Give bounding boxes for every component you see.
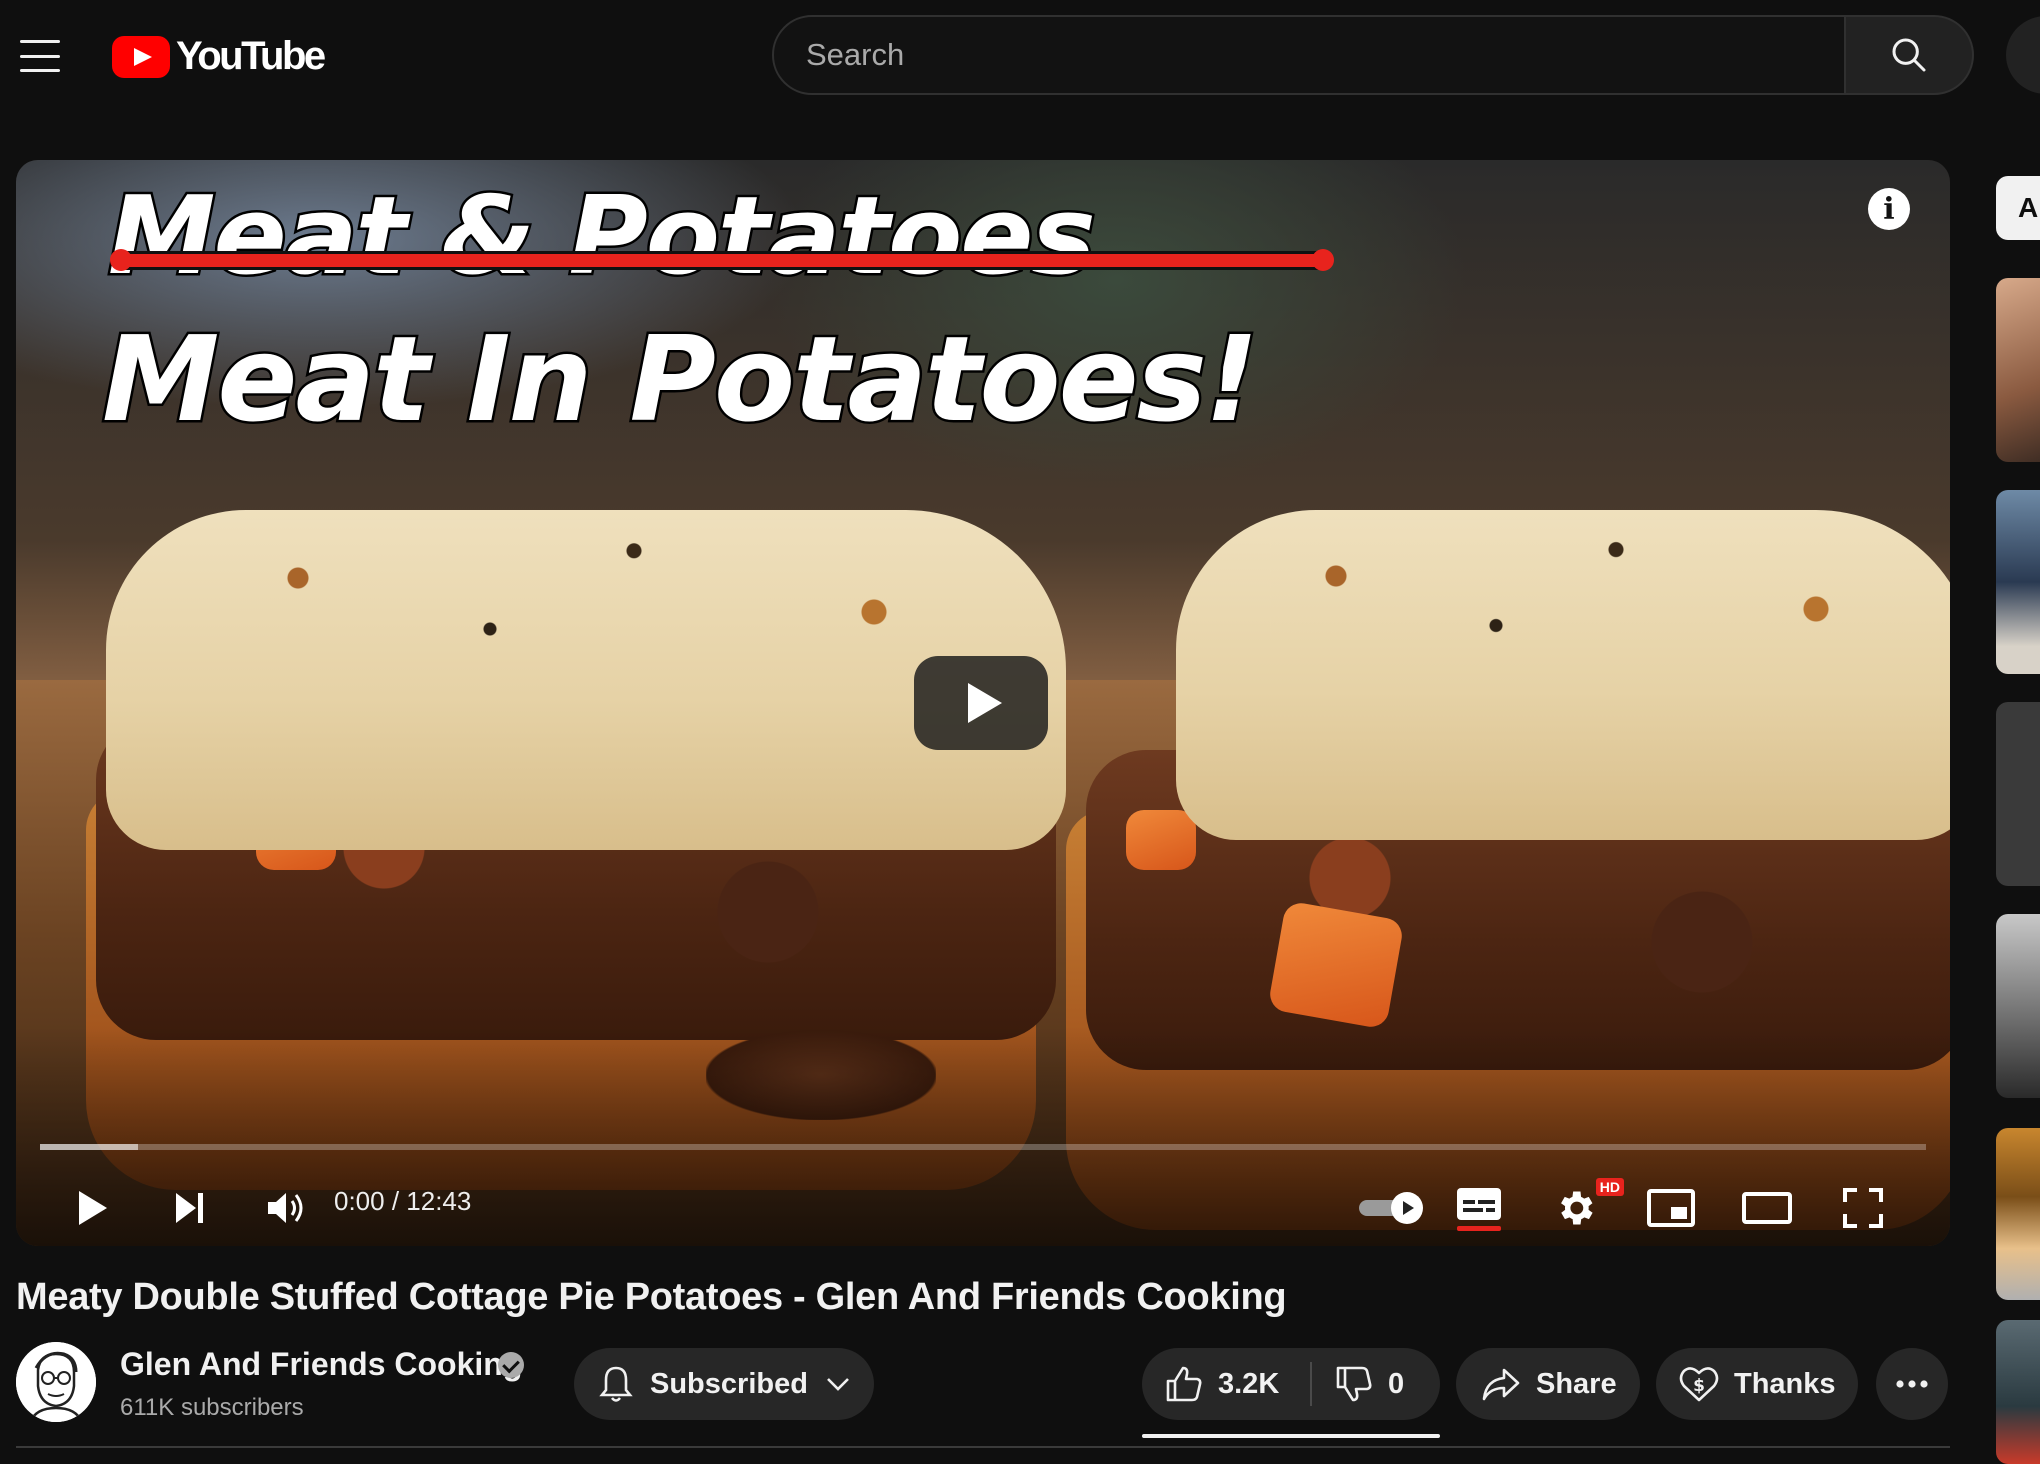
channel-avatar[interactable] bbox=[16, 1342, 96, 1422]
search-input[interactable] bbox=[806, 37, 1844, 73]
logo-text: YouTube bbox=[176, 34, 326, 78]
like-underline bbox=[1142, 1434, 1440, 1438]
subscribed-button[interactable]: Subscribed bbox=[574, 1348, 874, 1420]
search-box[interactable] bbox=[772, 15, 1846, 95]
chevron-down-icon bbox=[827, 1378, 849, 1391]
like-count: 3.2K bbox=[1218, 1367, 1280, 1400]
menu-icon[interactable] bbox=[18, 36, 62, 76]
channel-name[interactable]: Glen And Friends Cooking bbox=[120, 1346, 522, 1383]
settings-icon bbox=[1561, 1191, 1593, 1225]
miniplayer-icon bbox=[1647, 1189, 1695, 1227]
related-video-thumbnail[interactable] bbox=[1996, 490, 2040, 674]
share-icon bbox=[1482, 1368, 1520, 1401]
captions-icon bbox=[1457, 1188, 1501, 1231]
search-icon bbox=[1892, 38, 1926, 72]
more-icon bbox=[1896, 1380, 1928, 1388]
verified-icon bbox=[498, 1352, 524, 1378]
play-icon bbox=[79, 1191, 107, 1225]
search-button[interactable] bbox=[1846, 15, 1974, 95]
next-icon bbox=[176, 1193, 203, 1223]
subscribed-label: Subscribed bbox=[650, 1367, 808, 1400]
svg-text:$: $ bbox=[1693, 1376, 1705, 1396]
next-button[interactable] bbox=[158, 1176, 222, 1240]
filter-chip[interactable]: A bbox=[1996, 176, 2040, 240]
miniplayer-button[interactable] bbox=[1636, 1176, 1706, 1240]
time-display: 0:00 / 12:43 bbox=[334, 1186, 472, 1216]
autoplay-toggle[interactable] bbox=[1352, 1176, 1432, 1240]
dislike-count: 0 bbox=[1388, 1367, 1405, 1400]
thanks-icon: $ bbox=[1679, 1367, 1719, 1402]
subscriber-count: 611K subscribers bbox=[120, 1394, 304, 1421]
captions-button[interactable] bbox=[1444, 1176, 1514, 1240]
fullscreen-button[interactable] bbox=[1828, 1176, 1898, 1240]
video-title: Meaty Double Stuffed Cottage Pie Potatoe… bbox=[16, 1276, 1287, 1318]
thumbs-down-icon bbox=[1336, 1366, 1372, 1402]
progress-bar[interactable] bbox=[40, 1144, 1926, 1150]
theater-icon bbox=[1742, 1192, 1792, 1224]
theater-mode-button[interactable] bbox=[1732, 1176, 1802, 1240]
youtube-logo[interactable]: YouTube bbox=[112, 34, 326, 79]
large-play-button[interactable] bbox=[914, 656, 1048, 750]
related-video-thumbnail[interactable] bbox=[1996, 278, 2040, 462]
buffered-bar bbox=[40, 1144, 139, 1150]
like-dislike-group: 3.2K 0 bbox=[1142, 1348, 1440, 1420]
thumbnail-text-struck: Meat & Potatoes bbox=[106, 172, 1099, 302]
related-video-thumbnail[interactable] bbox=[1996, 702, 2040, 886]
related-video-thumbnail[interactable] bbox=[1996, 1320, 2040, 1464]
fullscreen-icon bbox=[1843, 1188, 1883, 1228]
thumbnail-text: Meat In Potatoes! bbox=[100, 308, 1262, 451]
voice-search-button[interactable] bbox=[2006, 16, 2040, 94]
share-label: Share bbox=[1536, 1367, 1617, 1400]
strikethrough-line bbox=[110, 249, 1334, 271]
related-video-thumbnail[interactable] bbox=[1996, 914, 2040, 1098]
autoplay-toggle-icon bbox=[1359, 1192, 1423, 1224]
youtube-logo-icon bbox=[112, 35, 170, 78]
share-button[interactable]: Share bbox=[1456, 1348, 1640, 1420]
masthead: YouTube bbox=[0, 0, 2040, 114]
like-button[interactable]: 3.2K bbox=[1142, 1348, 1310, 1420]
play-button[interactable] bbox=[60, 1176, 124, 1240]
related-video-thumbnail[interactable] bbox=[1996, 1128, 2040, 1300]
dislike-button[interactable]: 0 bbox=[1312, 1348, 1404, 1420]
info-icon[interactable]: i bbox=[1868, 188, 1910, 230]
video-player[interactable]: Meat & Potatoes Meat In Potatoes! i 0:00… bbox=[16, 160, 1950, 1246]
thanks-label: Thanks bbox=[1734, 1367, 1836, 1400]
volume-button[interactable] bbox=[254, 1176, 318, 1240]
volume-icon bbox=[268, 1193, 303, 1223]
bell-icon bbox=[599, 1366, 633, 1402]
hd-badge: HD bbox=[1595, 1178, 1624, 1196]
more-actions-button[interactable] bbox=[1876, 1348, 1948, 1420]
settings-button[interactable]: HD bbox=[1540, 1176, 1624, 1240]
thumbs-up-icon bbox=[1166, 1366, 1202, 1402]
avatar-portrait-icon bbox=[16, 1342, 96, 1422]
thanks-button[interactable]: $ Thanks bbox=[1656, 1348, 1858, 1420]
